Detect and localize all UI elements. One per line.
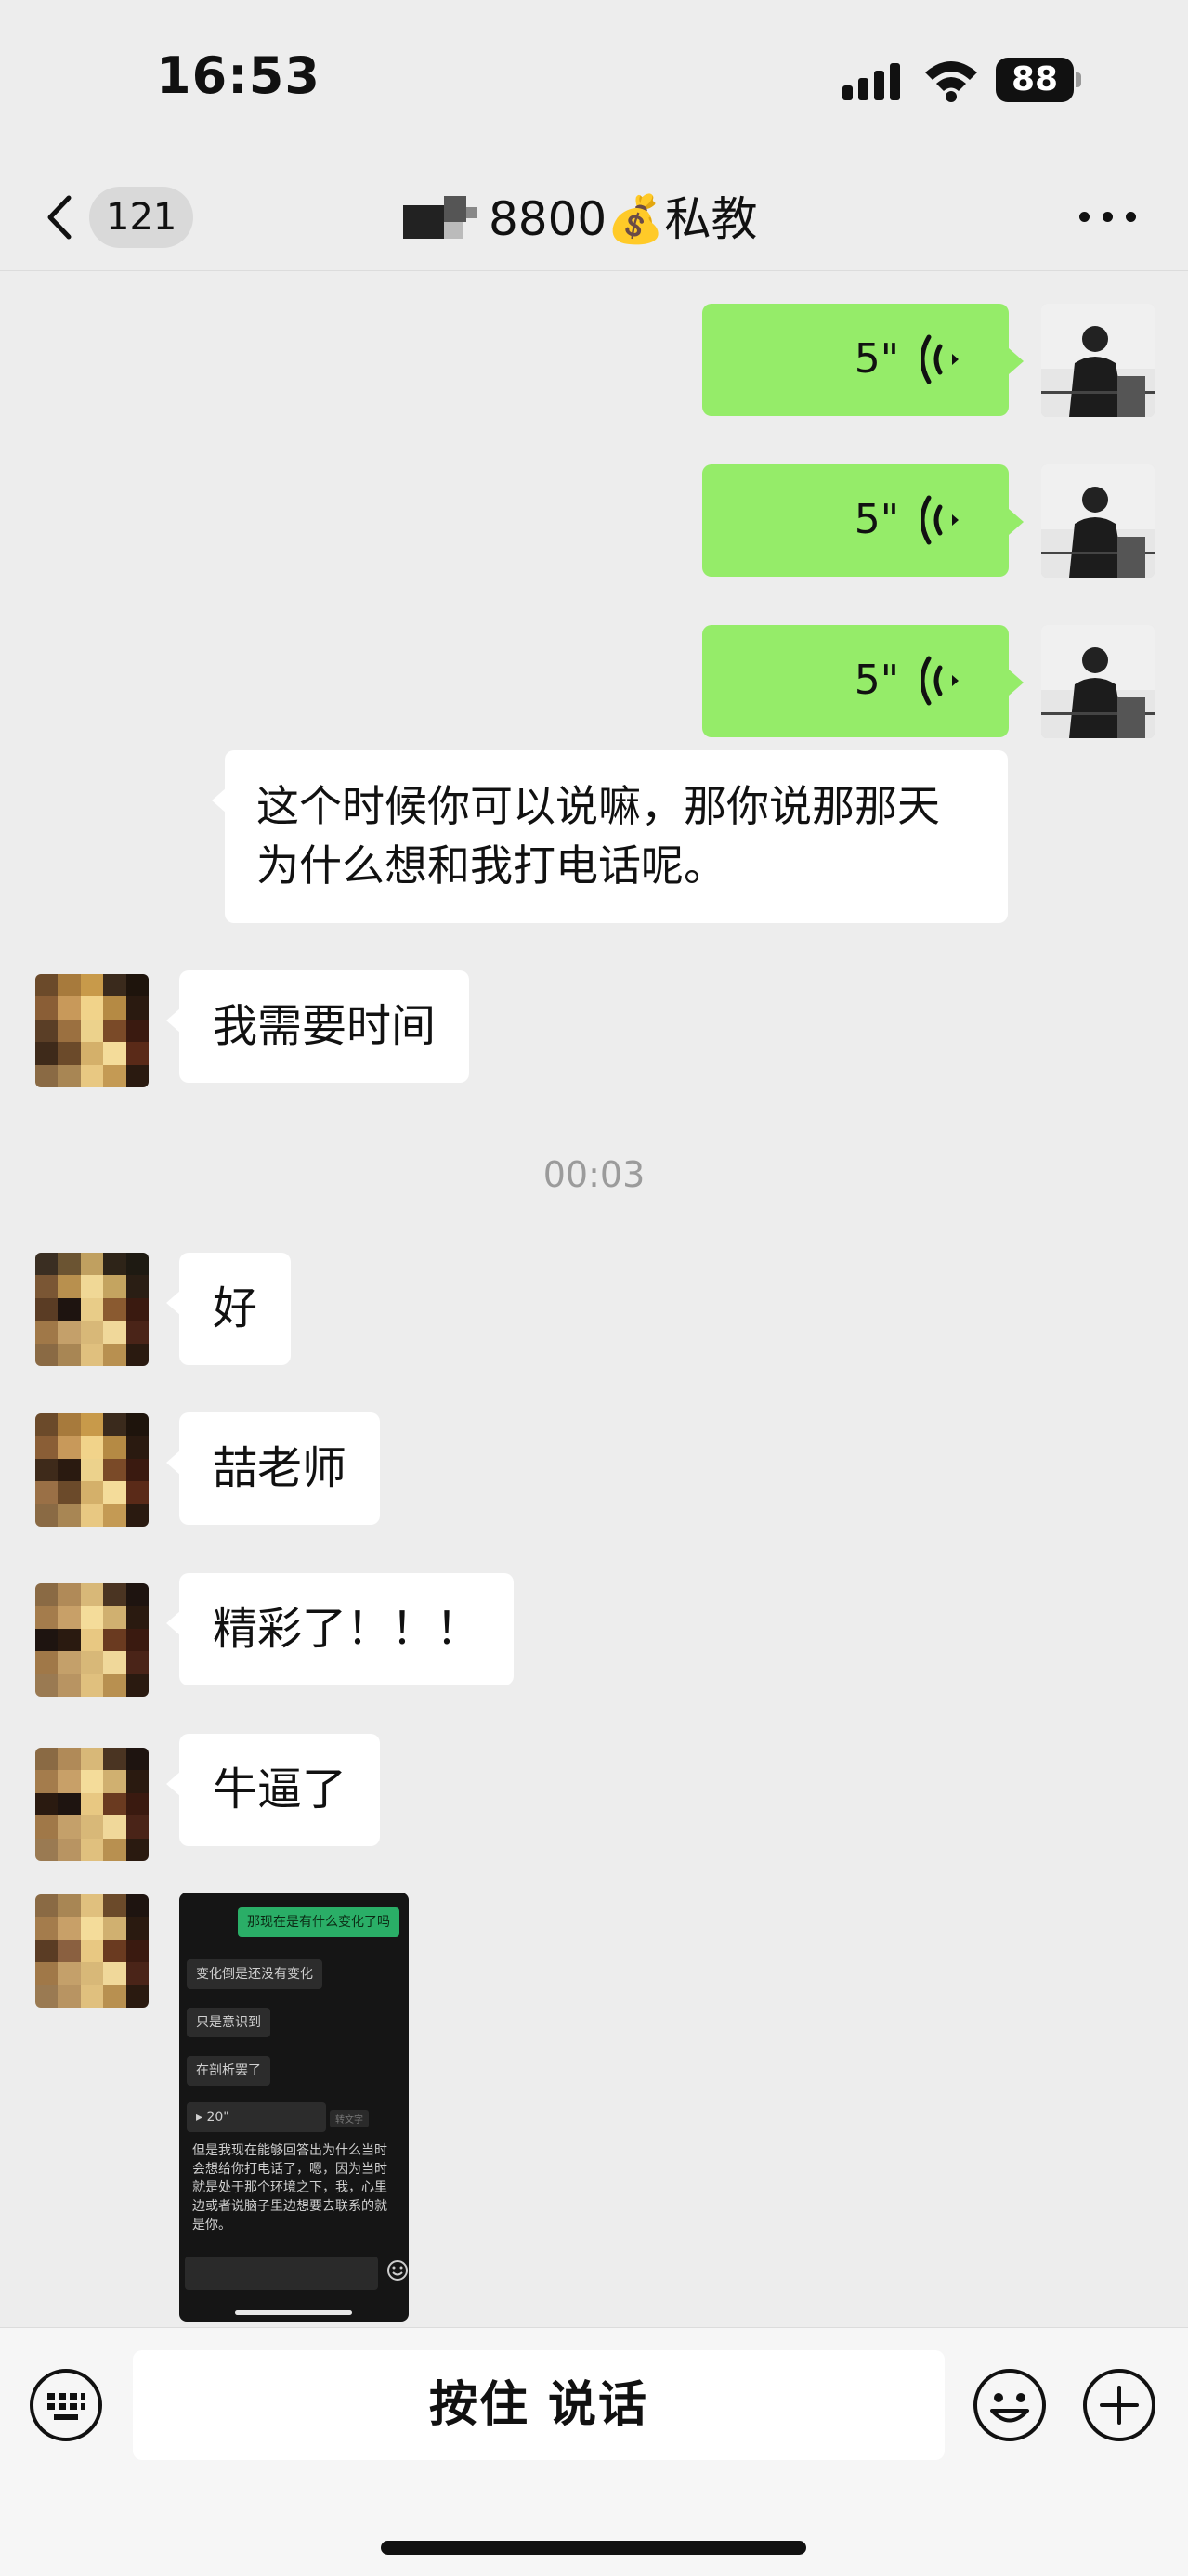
status-bar: 16:53 88 bbox=[0, 0, 1188, 163]
status-time: 16:53 bbox=[156, 46, 320, 105]
home-indicator bbox=[381, 2541, 806, 2555]
back-chevron-icon bbox=[47, 195, 72, 240]
text-message[interactable]: 喆老师 bbox=[165, 1412, 381, 1525]
contact-avatar[interactable] bbox=[35, 1253, 149, 1366]
self-avatar[interactable] bbox=[1041, 464, 1155, 578]
text-message[interactable]: 好 bbox=[165, 1253, 292, 1365]
voice-wave-icon bbox=[921, 656, 959, 706]
voice-message[interactable]: 5" bbox=[702, 464, 1024, 577]
person-photo-icon bbox=[1041, 625, 1155, 738]
message-text: 精彩了！！！ bbox=[213, 1603, 481, 1655]
image-input-field bbox=[185, 2257, 378, 2290]
image-dark-bubble: 变化倒是还没有变化 bbox=[187, 1959, 322, 1989]
image-green-bubble: 那现在是有什么变化了吗 bbox=[238, 1907, 399, 1937]
contact-avatar[interactable] bbox=[35, 1583, 149, 1697]
more-dots-icon[interactable] bbox=[1077, 200, 1142, 233]
text-message[interactable]: 这个时候你可以说嘛，那你说那那天为什么想和我打电话呢。 bbox=[212, 750, 1008, 923]
image-message[interactable]: 那现在是有什么变化了吗 变化倒是还没有变化 只是意识到 在剖析罢了 ▸ 20" … bbox=[179, 1893, 409, 2322]
text-message[interactable]: 精彩了！！！ bbox=[165, 1573, 515, 1685]
image-voice-bubble: ▸ 20" bbox=[187, 2102, 326, 2132]
message-text: 喆老师 bbox=[213, 1442, 347, 1494]
message-text: 这个时候你可以说嘛，那你说那那天为什么想和我打电话呢。 bbox=[256, 781, 940, 891]
voice-message[interactable]: 5" bbox=[702, 304, 1024, 416]
hold-to-talk-button[interactable]: 按住 说话 bbox=[133, 2350, 945, 2460]
voice-duration: 5" bbox=[854, 657, 899, 704]
keyboard-icon[interactable] bbox=[28, 2367, 104, 2443]
unread-count-badge: 121 bbox=[89, 187, 194, 248]
text-message[interactable]: 牛逼了 bbox=[165, 1734, 381, 1846]
message-text: 我需要时间 bbox=[213, 1000, 437, 1052]
contact-avatar[interactable] bbox=[35, 1894, 149, 2008]
image-dark-bubble: 在剖析罢了 bbox=[187, 2056, 270, 2086]
message-text: 牛逼了 bbox=[213, 1763, 347, 1815]
message-text: 好 bbox=[213, 1282, 258, 1334]
battery-level: 88 bbox=[996, 58, 1074, 102]
chat-title-area: 8800💰私教 bbox=[399, 183, 758, 248]
image-paragraph: 但是我现在能够回答出为什么当时会想给你打电话了，嗯，因为当时就是处于那个环境之下… bbox=[192, 2143, 387, 2232]
voice-message[interactable]: 5" bbox=[702, 625, 1024, 737]
emoji-icon bbox=[387, 2260, 408, 2281]
battery-cap bbox=[1076, 72, 1081, 87]
image-voice-label: 20" bbox=[206, 2110, 229, 2125]
voice-wave-icon bbox=[921, 334, 959, 384]
image-home-indicator bbox=[235, 2310, 352, 2315]
chat-title: 8800💰私教 bbox=[489, 192, 758, 246]
voice-duration: 5" bbox=[854, 335, 899, 383]
time-separator: 00:03 bbox=[542, 1154, 646, 1195]
image-voice-hint: 转文字 bbox=[330, 2110, 369, 2127]
person-photo-icon bbox=[1041, 304, 1155, 417]
wifi-icon bbox=[925, 61, 977, 102]
plus-icon[interactable] bbox=[1081, 2367, 1157, 2443]
image-dark-bubble: 只是意识到 bbox=[187, 2008, 270, 2037]
text-message[interactable]: 我需要时间 bbox=[165, 970, 470, 1083]
cellular-signal-icon bbox=[842, 63, 900, 100]
nav-bar: 121 8800💰私教 bbox=[0, 163, 1188, 271]
input-bar: 按住 说话 bbox=[0, 2327, 1188, 2576]
contact-avatar[interactable] bbox=[35, 1413, 149, 1527]
battery-icon: 88 bbox=[996, 58, 1081, 102]
voice-duration: 5" bbox=[854, 496, 899, 543]
redacted-name-block bbox=[399, 192, 485, 239]
voice-wave-icon bbox=[921, 495, 959, 545]
self-avatar[interactable] bbox=[1041, 625, 1155, 738]
contact-avatar[interactable] bbox=[35, 974, 149, 1087]
contact-avatar[interactable] bbox=[35, 1748, 149, 1861]
back-button[interactable]: 121 bbox=[35, 179, 194, 254]
person-photo-icon bbox=[1041, 464, 1155, 578]
emoji-icon[interactable] bbox=[972, 2367, 1048, 2443]
self-avatar[interactable] bbox=[1041, 304, 1155, 417]
